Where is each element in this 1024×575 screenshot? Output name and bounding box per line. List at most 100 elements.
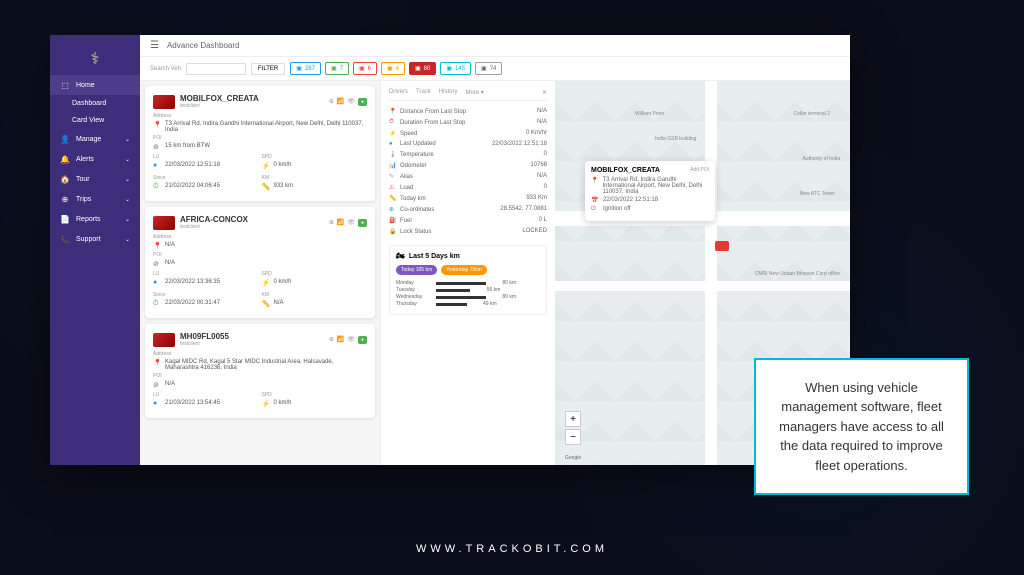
- detail-icon: 📍: [389, 108, 397, 115]
- detail-icon: 📏: [389, 195, 397, 202]
- sidebar-item-trips[interactable]: ⊕Trips⌄: [50, 189, 140, 209]
- filter-button[interactable]: FILTER: [251, 63, 285, 75]
- detail-tab[interactable]: Drivers: [389, 89, 408, 96]
- vehicle-card[interactable]: MOBILFOX_CREATAtestclient ⊕📶👁● Address 📍…: [145, 86, 375, 201]
- detail-tab[interactable]: More ▾: [465, 89, 483, 96]
- vehicle-image: [153, 216, 175, 230]
- map-label: Cellar terminal 2: [794, 111, 830, 117]
- sidebar-item-dashboard[interactable]: Dashboard: [50, 95, 140, 112]
- calendar-icon: 📅: [591, 197, 599, 204]
- stat-pill[interactable]: ▣6: [353, 62, 377, 75]
- detail-tabs: Drivers Track History More ▾ ✕: [389, 89, 547, 101]
- google-logo: Google: [565, 455, 581, 461]
- search-input[interactable]: [186, 63, 246, 75]
- stat-pill[interactable]: ▣80: [409, 62, 436, 75]
- popup-date: 22/03/2022 12:51:18: [603, 197, 658, 204]
- zoom-out-button[interactable]: −: [565, 429, 581, 445]
- chevron-down-icon: ⌄: [125, 176, 130, 183]
- zoom-controls: + −: [565, 411, 581, 445]
- detail-icon: ⊕: [389, 206, 397, 213]
- nav-icon: 🔔: [60, 154, 70, 164]
- detail-icon: ⛽: [389, 217, 397, 224]
- chevron-down-icon: ⌄: [125, 236, 130, 243]
- detail-icon: ●: [389, 141, 397, 147]
- filter-bar: Search Veh FILTER ▣287▣7▣6▣4▣80▣145▣74: [140, 57, 850, 81]
- nav-icon: 📄: [60, 214, 70, 224]
- info-callout: When using vehicle management software, …: [754, 358, 969, 496]
- sidebar-item-home[interactable]: ⬚Home: [50, 75, 140, 95]
- sidebar-item-alerts[interactable]: 🔔Alerts⌄: [50, 149, 140, 169]
- vehicle-name: MOBILFOX_CREATA: [180, 94, 259, 103]
- chart-title: 🏍 Last 5 Days km: [396, 252, 540, 260]
- stat-icon: ▣: [359, 65, 365, 72]
- detail-tab[interactable]: History: [439, 89, 458, 96]
- stat-pill[interactable]: ▣7: [325, 62, 349, 75]
- zoom-in-button[interactable]: +: [565, 411, 581, 427]
- detail-icon: ⚡: [389, 130, 397, 137]
- sidebar-item-reports[interactable]: 📄Reports⌄: [50, 209, 140, 229]
- popup-title: MOBILFOX_CREATA: [591, 167, 660, 174]
- nav-icon: 📞: [60, 234, 70, 244]
- map-popup: MOBILFOX_CREATA Add POI 📍T3 Arrival Rd, …: [585, 161, 715, 221]
- map-label: New ATC Tower: [800, 191, 835, 197]
- detail-row: ⏱Duration From Last StopN/A: [389, 117, 547, 128]
- signal-icon: 📶: [337, 98, 344, 106]
- detail-rows: 📍Distance From Last StopN/A⏱Duration Fro…: [389, 106, 547, 237]
- vehicle-card[interactable]: AFRICA-CONCOXtestclient ⊕📶👁● Address 📍N/…: [145, 207, 375, 318]
- chart-pill[interactable]: Today 105 km: [396, 265, 437, 275]
- nav-list: ⬚HomeDashboardCard View👤Manage⌄🔔Alerts⌄🏠…: [50, 75, 140, 249]
- target-icon: ⊕: [329, 336, 334, 344]
- sidebar-item-support[interactable]: 📞Support⌄: [50, 229, 140, 249]
- vehicle-marker[interactable]: [715, 241, 729, 251]
- status-badge: ●: [358, 219, 367, 227]
- stat-pill[interactable]: ▣4: [381, 62, 405, 75]
- pin-icon: 📍: [153, 242, 161, 250]
- target-icon: ⊕: [329, 219, 334, 227]
- sidebar: ⚕ ⬚HomeDashboardCard View👤Manage⌄🔔Alerts…: [50, 35, 140, 465]
- chart-pill[interactable]: Yesterday 75km: [441, 265, 487, 275]
- power-icon: ⏻: [591, 206, 599, 213]
- vehicle-card[interactable]: MH09FL0055testclient ⊕📶👁● Address 📍Kagal…: [145, 324, 375, 418]
- detail-icon: ✎: [389, 173, 397, 180]
- stat-pill[interactable]: ▣287: [290, 62, 321, 75]
- app-window: ⚕ ⬚HomeDashboardCard View👤Manage⌄🔔Alerts…: [50, 35, 850, 465]
- footer-url: WWW.TRACKOBIT.COM: [0, 543, 1024, 555]
- chevron-down-icon: ⌄: [125, 156, 130, 163]
- close-icon[interactable]: ✕: [542, 89, 547, 96]
- chevron-down-icon: ⌄: [125, 136, 130, 143]
- chart-card: 🏍 Last 5 Days km Today 105 km Yesterday 7…: [389, 245, 547, 315]
- eye-icon: 👁: [347, 336, 355, 344]
- signal-icon: 📶: [337, 336, 344, 344]
- chart-pills: Today 105 km Yesterday 75km: [396, 265, 540, 275]
- detail-tab[interactable]: Track: [416, 89, 431, 96]
- popup-address: T3 Arrival Rd, Indira Gandhi Internation…: [602, 177, 709, 195]
- detail-icon: 🌡: [389, 151, 397, 158]
- map-label: CMRI New Udaan Bhawan Corp office: [755, 271, 840, 277]
- app-logo: ⚕: [50, 43, 140, 75]
- stats-row: ▣287 ▣7 ▣6 ▣4 ▣80 ▣145 ▣74: [290, 62, 502, 75]
- detail-panel: Drivers Track History More ▾ ✕ 📍Distance Fro…: [380, 81, 555, 465]
- status-badge: ●: [358, 98, 367, 106]
- detail-row: 📍Distance From Last StopN/A: [389, 106, 547, 117]
- poi-icon: ⊘: [153, 260, 161, 268]
- add-poi-link[interactable]: Add POI: [690, 167, 709, 174]
- hamburger-icon[interactable]: ☰: [150, 40, 159, 51]
- sidebar-item-card-view[interactable]: Card View: [50, 112, 140, 129]
- chart-bar-row: Tuesday55 km: [396, 287, 540, 293]
- eye-icon: 👁: [347, 98, 355, 106]
- vehicle-name: AFRICA-CONCOX: [180, 215, 248, 224]
- sidebar-item-manage[interactable]: 👤Manage⌄: [50, 129, 140, 149]
- stat-pill[interactable]: ▣145: [440, 62, 471, 75]
- detail-row: ●Last Updated22/03/2022 12:51:18: [389, 139, 547, 149]
- content-area: MOBILFOX_CREATAtestclient ⊕📶👁● Address 📍…: [140, 81, 850, 465]
- stat-icon: ▣: [481, 65, 487, 72]
- nav-icon: 🏠: [60, 174, 70, 184]
- map-label: Authority of India: [802, 156, 840, 162]
- status-badge: ●: [358, 336, 367, 344]
- vehicle-list: MOBILFOX_CREATAtestclient ⊕📶👁● Address 📍…: [140, 81, 380, 465]
- sidebar-item-tour[interactable]: 🏠Tour⌄: [50, 169, 140, 189]
- detail-row: ⊕Co-ordinates28.5542, 77.0881: [389, 204, 547, 215]
- popup-status: Ignition off: [603, 206, 631, 213]
- poi-icon: ⊘: [153, 143, 161, 151]
- stat-pill[interactable]: ▣74: [475, 62, 502, 75]
